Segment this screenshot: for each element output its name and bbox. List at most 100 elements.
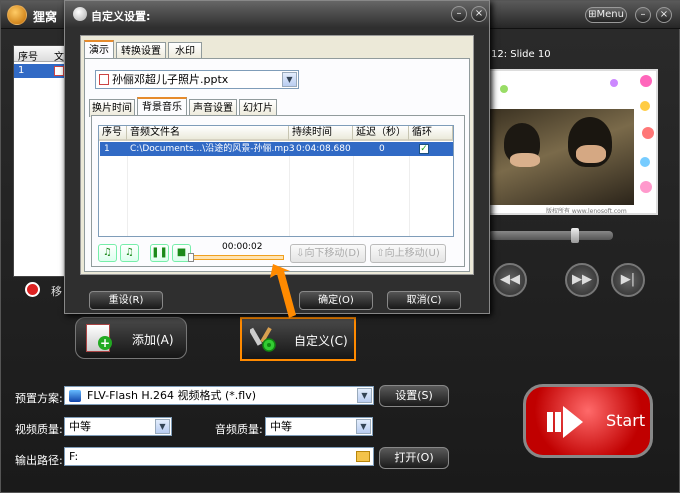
video-quality-value: 中等 — [69, 420, 91, 433]
app-title: 狸窝 — [33, 10, 58, 24]
rewind-button[interactable]: ◀◀ — [493, 263, 527, 297]
remove-music-icon: ♫ — [125, 247, 134, 258]
preset-value: FLV-Flash H.264 视频格式 (*.flv) — [87, 389, 257, 402]
minimize-button[interactable]: – — [635, 7, 651, 23]
audio-table[interactable]: 序号 音频文件名 持续时间 延迟（秒） 循环 1 C:\Documents...… — [98, 125, 454, 237]
open-button[interactable]: 打开(O) — [379, 447, 449, 469]
folder-icon[interactable] — [356, 451, 370, 462]
rewind-icon: ◀◀ — [500, 272, 520, 287]
add-music-button[interactable]: ♫ — [98, 244, 117, 262]
add-button[interactable]: + 添加(A) — [75, 317, 187, 359]
next-icon: ▶| — [620, 272, 636, 287]
chevron-down-icon[interactable]: ▼ — [357, 388, 372, 403]
ok-button[interactable]: 确定(O) — [299, 291, 373, 310]
remove-music-button[interactable]: ♫ — [120, 244, 139, 262]
decor-dot — [640, 75, 652, 87]
decor-dot — [500, 85, 508, 93]
presentation-file-select[interactable]: 孙俪邓超儿子照片.pptx ▼ — [95, 70, 299, 89]
decor-dot — [640, 157, 650, 167]
column-divider — [353, 156, 354, 236]
next-button[interactable]: ▶| — [611, 263, 645, 297]
chevron-down-icon[interactable]: ▼ — [282, 72, 297, 87]
start-label: Start — [606, 411, 646, 430]
presentation-pane: 孙俪邓超儿子照片.pptx ▼ 换片时间 背景音乐 声音设置 幻灯片 序号 音频… — [84, 58, 470, 272]
move-up-button[interactable]: ⇧向上移动(U) — [370, 244, 446, 263]
col-index-header[interactable]: 序号 — [99, 126, 127, 141]
plus-icon: + — [98, 336, 112, 350]
slide-label: 12: Slide 10 — [491, 49, 551, 60]
audio-quality-select[interactable]: 中等 ▼ — [265, 417, 373, 436]
preview-progress-track[interactable] — [488, 231, 613, 240]
pause-icon: ❚❚ — [151, 247, 168, 258]
chevron-down-icon[interactable]: ▼ — [356, 419, 371, 434]
file-list-header: 序号 文 — [14, 46, 70, 63]
tab-presentation[interactable]: 演示 — [84, 40, 114, 60]
face-right-image — [576, 145, 606, 163]
menu-button[interactable]: ⊞Menu — [585, 7, 627, 23]
decor-dot — [610, 79, 618, 87]
col-duration-header[interactable]: 持续时间 — [289, 126, 353, 141]
output-path-value: F: — [69, 450, 79, 463]
col-file-header[interactable]: 音频文件名 — [127, 126, 289, 141]
decor-dot — [640, 181, 652, 193]
loop-checkbox[interactable]: ✓ — [419, 144, 429, 154]
slide-photo — [490, 109, 634, 205]
dialog-minimize-button[interactable]: – — [451, 6, 467, 22]
pptx-file-icon — [54, 66, 64, 76]
list-item[interactable]: 1 — [14, 64, 70, 78]
add-label: 添加(A) — [132, 333, 174, 347]
start-arrow-icon — [547, 406, 583, 438]
output-path-label: 输出路径: — [15, 454, 63, 467]
dialog-icon — [73, 7, 87, 21]
row-duration: 0:04:08.680 — [296, 144, 351, 154]
audio-quality-value: 中等 — [270, 420, 292, 433]
move-up-label: 向上移动(U) — [384, 248, 440, 259]
row-index: 1 — [104, 144, 110, 154]
preset-select[interactable]: FLV-Flash H.264 视频格式 (*.flv) ▼ — [64, 386, 374, 405]
decor-dot — [642, 127, 654, 139]
remove-icon[interactable] — [25, 282, 40, 297]
list-item-index: 1 — [18, 65, 25, 76]
subtab-background-music[interactable]: 背景音乐 — [137, 97, 187, 117]
background-music-pane: 序号 音频文件名 持续时间 延迟（秒） 循环 1 C:\Documents...… — [91, 115, 465, 267]
photo-caption: 版权所有 www.lenosoft.com — [546, 208, 627, 215]
start-button[interactable]: Start — [523, 384, 653, 458]
list-col-index: 序号 — [18, 52, 38, 63]
cancel-button[interactable]: 取消(C) — [387, 291, 461, 310]
list-col-file: 文 — [54, 52, 64, 63]
seek-thumb[interactable] — [188, 253, 194, 262]
dialog-close-button[interactable]: × — [471, 6, 487, 22]
table-row[interactable]: 1 C:\Documents...\沿途的风景-孙俪.mp3 0:04:08.6… — [100, 142, 453, 156]
close-button[interactable]: × — [656, 7, 672, 23]
move-up-icon: ⇧ — [376, 248, 385, 259]
move-down-label: 向下移动(D) — [304, 248, 360, 259]
column-divider — [289, 156, 290, 236]
pptx-file-icon — [99, 74, 109, 85]
dialog-content: 演示 转换设置 水印 孙俪邓超儿子照片.pptx ▼ 换片时间 背景音乐 声音设… — [80, 35, 474, 275]
remove-label[interactable]: 移 — [51, 283, 62, 299]
column-divider — [409, 156, 410, 236]
column-divider — [127, 156, 128, 236]
file-list[interactable]: 序号 文 1 — [13, 45, 70, 277]
menu-label: Menu — [596, 9, 624, 20]
decor-dot — [640, 101, 650, 111]
col-delay-header[interactable]: 延迟（秒） — [353, 126, 409, 141]
settings-button[interactable]: 设置(S) — [379, 385, 449, 407]
reset-button[interactable]: 重设(R) — [89, 291, 163, 310]
dialog-titlebar[interactable]: 自定义设置: – × — [65, 1, 489, 27]
seek-bar[interactable] — [188, 255, 284, 260]
forward-button[interactable]: ▶▶ — [565, 263, 599, 297]
add-music-icon: ♫ — [103, 247, 112, 258]
preview-progress-knob[interactable] — [571, 228, 579, 243]
video-quality-select[interactable]: 中等 ▼ — [64, 417, 172, 436]
chevron-down-icon[interactable]: ▼ — [155, 419, 170, 434]
format-icon — [69, 390, 81, 402]
app-logo-icon — [7, 5, 27, 25]
output-path-field[interactable]: F: — [64, 447, 374, 466]
col-loop-header[interactable]: 循环 — [409, 126, 453, 141]
slide-preview: 版权所有 www.lenosoft.com — [488, 69, 658, 215]
pause-button[interactable]: ❚❚ — [150, 244, 169, 262]
forward-icon: ▶▶ — [572, 272, 592, 287]
move-down-button[interactable]: ⇩向下移动(D) — [290, 244, 366, 263]
customize-label: 自定义(C) — [294, 334, 348, 348]
